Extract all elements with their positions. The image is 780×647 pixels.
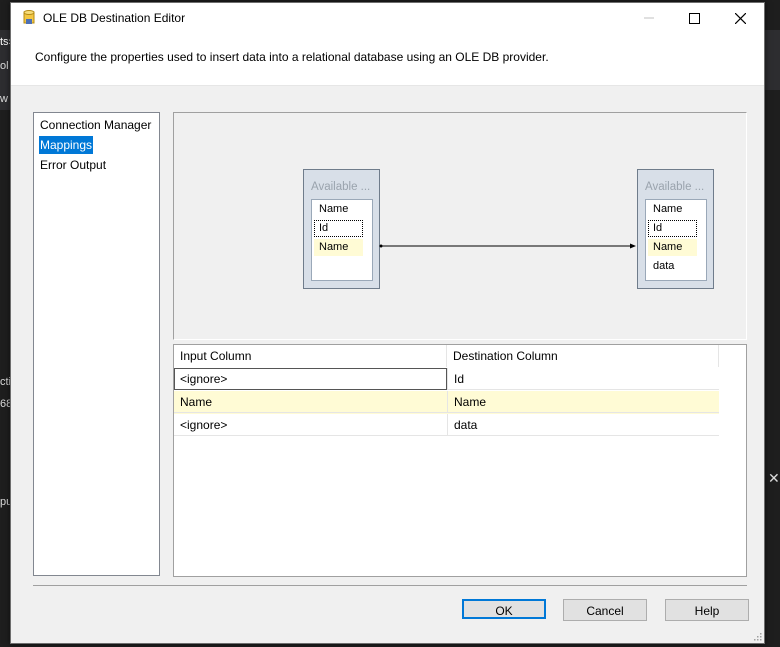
input-column-item[interactable]: Name <box>314 201 363 218</box>
minimize-button[interactable] <box>626 3 672 33</box>
close-button[interactable] <box>717 3 763 33</box>
column-header-input[interactable]: Input Column <box>174 345 447 367</box>
nav-item-mappings[interactable]: Mappings <box>39 136 94 154</box>
destination-column-item[interactable]: Name <box>648 239 697 256</box>
maximize-icon <box>688 12 700 24</box>
nav-item-connection-manager[interactable]: Connection Manager <box>39 116 152 134</box>
available-input-columns-table[interactable]: Available ... Name Id Name <box>303 169 380 289</box>
table-row: Name Name <box>174 391 719 414</box>
destination-column-item[interactable]: Name <box>648 201 697 218</box>
table-row: <ignore> Id <box>174 368 719 391</box>
input-column-cell[interactable]: <ignore> <box>174 414 447 436</box>
input-table-title: Available ... <box>311 181 371 193</box>
destination-column-item[interactable]: Id <box>648 220 697 237</box>
input-column-cell[interactable]: Name <box>174 391 447 413</box>
minimize-icon <box>644 17 654 19</box>
column-header-destination[interactable]: Destination Column <box>447 345 719 367</box>
input-column-cell[interactable]: <ignore> <box>174 368 447 390</box>
background-ide-panel <box>765 30 780 90</box>
mapping-diagram[interactable]: Available ... Name Id Name Available ...… <box>173 112 747 340</box>
close-icon <box>734 12 746 24</box>
mapping-grid: Input Column Destination Column <ignore>… <box>173 344 747 577</box>
cancel-button[interactable]: Cancel <box>563 599 647 621</box>
available-destination-columns-table[interactable]: Available ... Name Id Name data <box>637 169 714 289</box>
input-column-item[interactable]: Name <box>314 239 363 256</box>
database-icon <box>23 10 35 24</box>
table-row: <ignore> data <box>174 414 719 437</box>
destination-table-title: Available ... <box>645 181 705 193</box>
nav-item-error-output[interactable]: Error Output <box>39 156 107 174</box>
destination-column-cell[interactable]: Id <box>447 368 719 390</box>
maximize-button[interactable] <box>671 3 717 33</box>
description-band: Configure the properties used to insert … <box>11 33 764 86</box>
page-navigation-list: Connection Manager Mappings Error Output <box>33 112 160 576</box>
dialog-description: Configure the properties used to insert … <box>35 50 549 64</box>
destination-column-cell[interactable]: Name <box>447 391 719 413</box>
background-close-icon: ✕ <box>768 470 780 486</box>
input-columns-list: Name Id Name <box>311 199 373 281</box>
destination-column-cell[interactable]: data <box>447 414 719 436</box>
title-bar: OLE DB Destination Editor <box>11 3 764 33</box>
ok-button[interactable]: OK <box>462 599 546 619</box>
destination-columns-list: Name Id Name data <box>645 199 707 281</box>
window-title: OLE DB Destination Editor <box>43 11 186 25</box>
help-button[interactable]: Help <box>665 599 749 621</box>
destination-column-item[interactable]: data <box>648 258 697 275</box>
ole-db-destination-editor-dialog: OLE DB Destination Editor Configure the … <box>10 2 765 644</box>
footer-separator <box>33 585 747 586</box>
input-column-item[interactable]: Id <box>314 220 363 237</box>
resize-grip-icon[interactable] <box>752 631 762 641</box>
